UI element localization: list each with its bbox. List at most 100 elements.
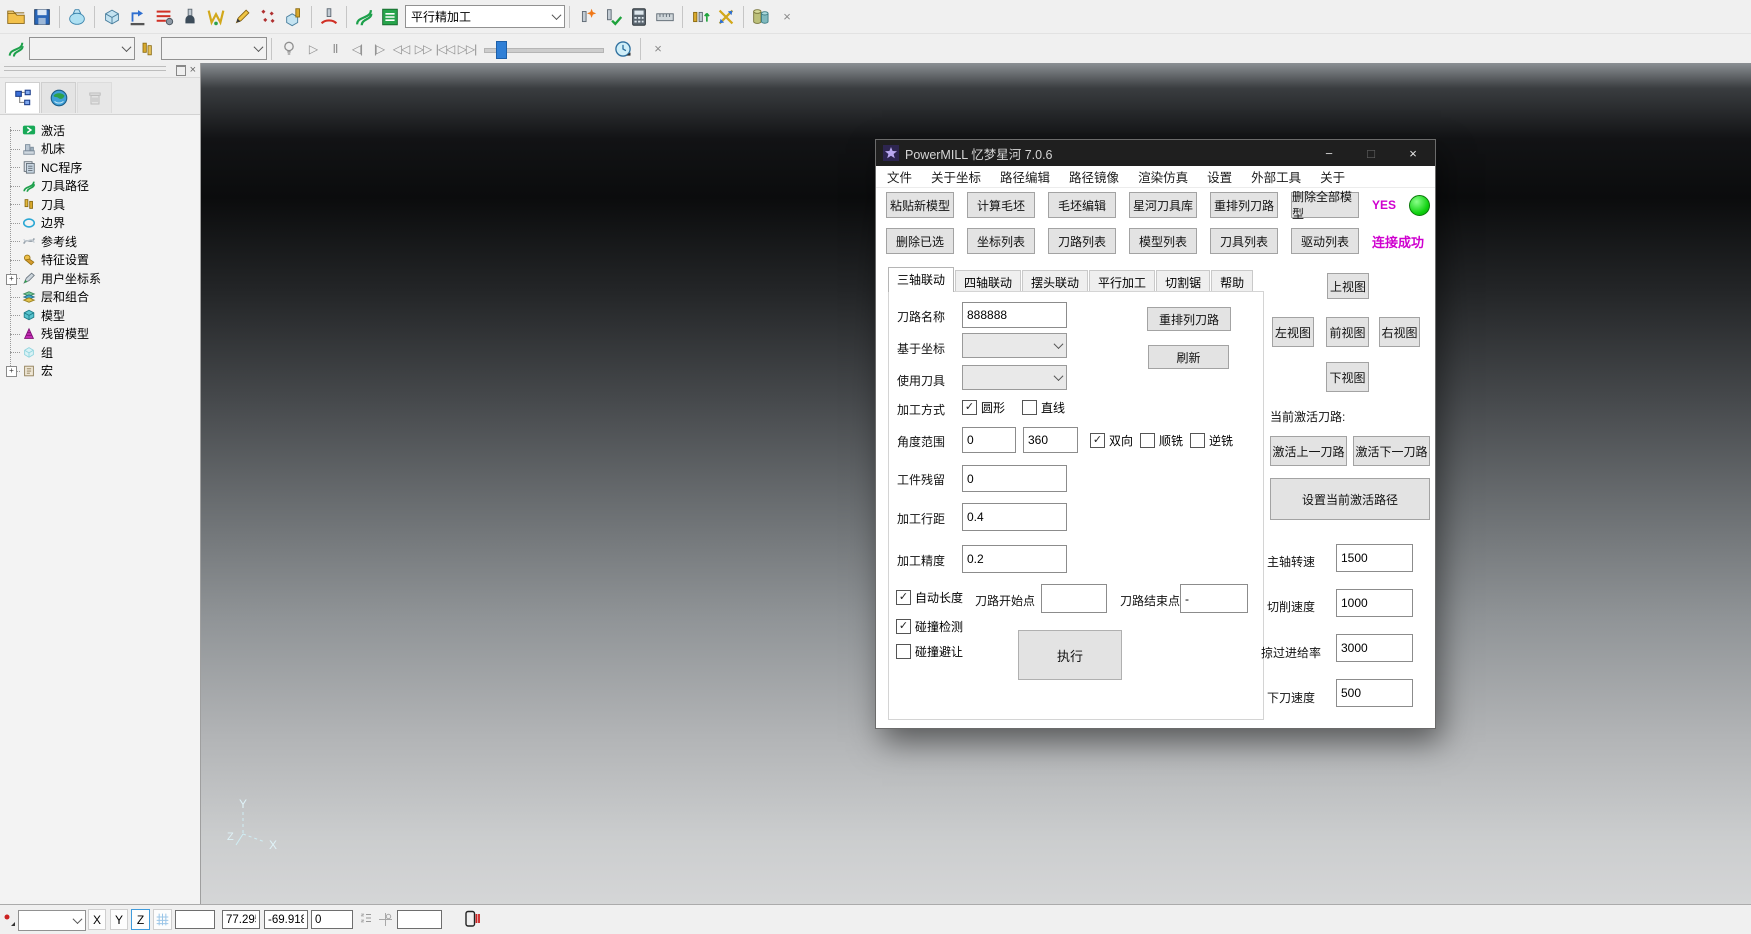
leads-links-icon[interactable]: [316, 4, 342, 30]
tolerance-input[interactable]: [962, 545, 1067, 573]
execute-button[interactable]: 执行: [1018, 630, 1122, 680]
activate-next-button[interactable]: 激活下一刀路: [1353, 436, 1430, 466]
chevron-down-icon[interactable]: [1050, 366, 1066, 389]
tree-item-machine-tool[interactable]: 机床: [0, 140, 200, 159]
simulation-toolpath-combobox[interactable]: [29, 37, 135, 60]
tolerance-status-input[interactable]: [397, 910, 442, 929]
top-view-button[interactable]: 上视图: [1327, 273, 1369, 299]
rewind-icon[interactable]: ◁◁: [390, 38, 412, 60]
highlight-icon[interactable]: [276, 36, 302, 62]
chevron-down-icon[interactable]: [1050, 334, 1066, 357]
tab-web-browser[interactable]: [41, 82, 76, 113]
toolpath-connections-icon[interactable]: [125, 4, 151, 30]
block-tool-icon[interactable]: [281, 4, 307, 30]
tree-item-tools[interactable]: 刀具: [0, 195, 200, 214]
tab-tilt-head[interactable]: 摆头联动: [1022, 270, 1088, 292]
end-point-input[interactable]: [1180, 584, 1248, 613]
save-project-icon[interactable]: [29, 4, 55, 30]
collision-check-icon[interactable]: [203, 4, 229, 30]
chevron-down-icon[interactable]: [69, 911, 85, 930]
draw-pattern-icon[interactable]: [229, 4, 255, 30]
dialog-titlebar[interactable]: PowerMILL 忆梦星河 7.0.6: [876, 140, 1435, 166]
menu-render-sim[interactable]: 渲染仿真: [1138, 167, 1188, 186]
tab-4axis[interactable]: 四轴联动: [955, 270, 1021, 292]
shaded-view-icon[interactable]: [64, 4, 90, 30]
cursor-x-input[interactable]: [222, 910, 260, 929]
delete-all-models-button[interactable]: 删除全部模型: [1291, 192, 1359, 218]
tool-ball-icon[interactable]: [177, 4, 203, 30]
coords-list-button[interactable]: 坐标列表: [967, 228, 1035, 254]
tool-activate-icon[interactable]: [574, 4, 600, 30]
cursor-z-input[interactable]: [311, 910, 353, 929]
tree-item-feature-sets[interactable]: 特征设置: [0, 251, 200, 270]
tab-parallel[interactable]: 平行加工: [1089, 270, 1155, 292]
menu-file[interactable]: 文件: [887, 167, 912, 186]
use-tool-combobox[interactable]: [962, 365, 1067, 390]
strategy-list-icon[interactable]: [377, 4, 403, 30]
tree-item-patterns[interactable]: 参考线: [0, 232, 200, 251]
axis-y-button[interactable]: Y: [110, 909, 128, 930]
menu-path-mirror[interactable]: 路径镜像: [1069, 167, 1119, 186]
simulation-tool-icon[interactable]: [135, 36, 161, 62]
step-back-icon[interactable]: ◁|: [346, 38, 368, 60]
chevron-down-icon[interactable]: [250, 38, 266, 59]
play-icon[interactable]: ▷: [302, 38, 324, 60]
edit-block-button[interactable]: 毛坯编辑: [1048, 192, 1116, 218]
calc-block-button[interactable]: 计算毛坯: [967, 192, 1035, 218]
toolpath-name-input[interactable]: [962, 302, 1067, 328]
rearrange-toolpaths-button[interactable]: 重排列刀路: [1210, 192, 1278, 218]
cutting-feed-input[interactable]: [1336, 589, 1413, 617]
tree-item-nc-programs[interactable]: NC程序: [0, 158, 200, 177]
menu-settings[interactable]: 设置: [1207, 167, 1232, 186]
grid-toggle-icon[interactable]: [153, 909, 172, 930]
activate-prev-button[interactable]: 激活上一刀路: [1270, 436, 1347, 466]
tree-item-groups[interactable]: 组: [0, 343, 200, 362]
maximize-button[interactable]: □: [1354, 140, 1388, 166]
set-active-path-button[interactable]: 设置当前激活路径: [1270, 478, 1430, 520]
bidirectional-checkbox[interactable]: ✓ 双向: [1090, 432, 1133, 449]
feed-rate-icon[interactable]: [151, 4, 177, 30]
conventional-mill-checkbox[interactable]: 逆铣: [1190, 432, 1233, 449]
chevron-down-icon[interactable]: [118, 38, 134, 59]
model-list-button[interactable]: 模型列表: [1129, 228, 1197, 254]
tab-recycle-bin[interactable]: [77, 82, 112, 113]
spindle-speed-input[interactable]: [1336, 544, 1413, 572]
pause-device-icon[interactable]: [463, 909, 481, 929]
toolpath-list-button[interactable]: 刀路列表: [1048, 228, 1116, 254]
stepover-input[interactable]: [962, 503, 1067, 531]
paste-new-model-button[interactable]: 粘贴新模型: [886, 192, 954, 218]
grid-size-input[interactable]: [175, 910, 215, 929]
tool-library-button[interactable]: 星河刀具库: [1129, 192, 1197, 218]
menu-path-edit[interactable]: 路径编辑: [1000, 167, 1050, 186]
axis-z-button[interactable]: Z: [131, 909, 150, 930]
menu-about[interactable]: 关于: [1320, 167, 1345, 186]
chevron-down-icon[interactable]: [548, 6, 564, 27]
collision-avoid-checkbox[interactable]: 碰撞避让: [896, 643, 963, 660]
tool-verify-icon[interactable]: [600, 4, 626, 30]
angle-start-input[interactable]: [962, 427, 1016, 453]
points-icon[interactable]: [255, 4, 281, 30]
minimize-button[interactable]: −: [1312, 140, 1346, 166]
menu-external-tools[interactable]: 外部工具: [1251, 167, 1301, 186]
drive-list-button[interactable]: 驱动列表: [1291, 228, 1359, 254]
simulation-tool-combobox[interactable]: [161, 37, 267, 60]
tree-item-levels-sets[interactable]: 层和组合: [0, 288, 200, 307]
right-view-button[interactable]: 右视图: [1379, 317, 1420, 347]
tree-item-stock-models[interactable]: 残留模型: [0, 325, 200, 344]
left-view-button[interactable]: 左视图: [1272, 317, 1314, 347]
stock-allowance-input[interactable]: [962, 465, 1067, 492]
skim-feed-input[interactable]: [1336, 634, 1413, 662]
plunge-feed-input[interactable]: [1336, 679, 1413, 707]
delete-selected-button[interactable]: 删除已选: [886, 228, 954, 254]
expand-icon[interactable]: +: [6, 366, 17, 377]
climb-mill-checkbox[interactable]: 顺铣: [1140, 432, 1183, 449]
close-panel-icon[interactable]: ×: [190, 64, 196, 76]
tree-item-toolpaths[interactable]: 刀具路径: [0, 177, 200, 196]
swap-axes-icon[interactable]: [713, 4, 739, 30]
stock-compare-icon[interactable]: [748, 4, 774, 30]
status-marker-icon[interactable]: [2, 913, 16, 927]
strategy-combobox[interactable]: 平行精加工: [405, 5, 565, 28]
pause-icon[interactable]: Ⅱ: [324, 38, 346, 60]
axis-x-button[interactable]: X: [88, 909, 106, 930]
sort-list-icon[interactable]: [358, 911, 374, 927]
